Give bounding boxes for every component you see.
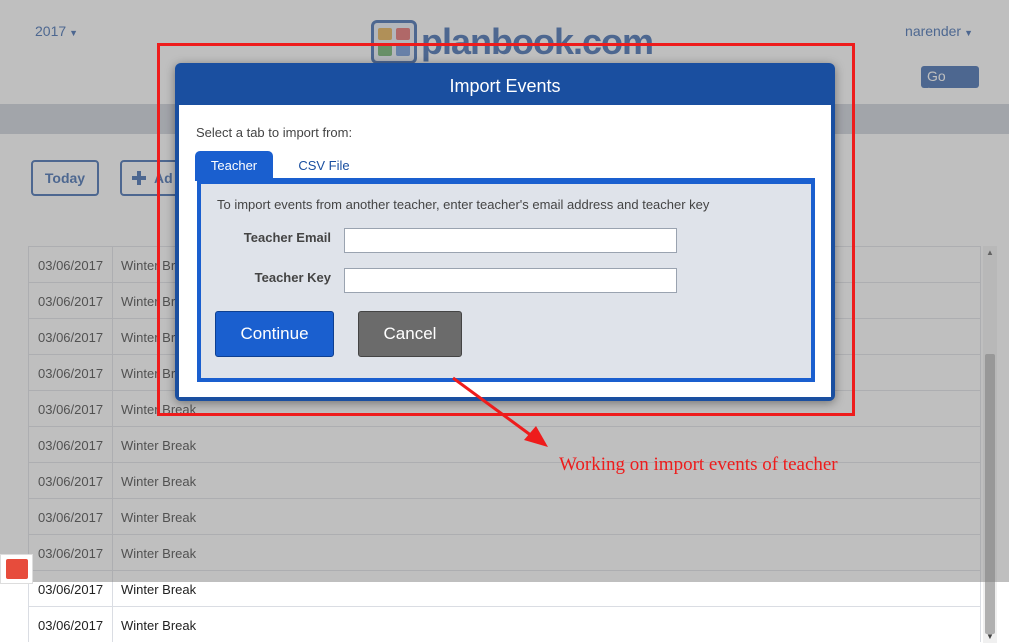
annotation-highlight-box [157,43,855,416]
event-date: 03/06/2017 [28,607,113,642]
event-name: Winter Break [113,607,981,642]
feedback-icon [5,559,28,579]
feedback-widget[interactable] [0,554,33,584]
table-row[interactable]: 03/06/2017Winter Break [28,606,981,642]
scroll-down-icon[interactable]: ▼ [983,631,997,643]
annotation-note: Working on import events of teacher [559,454,838,475]
